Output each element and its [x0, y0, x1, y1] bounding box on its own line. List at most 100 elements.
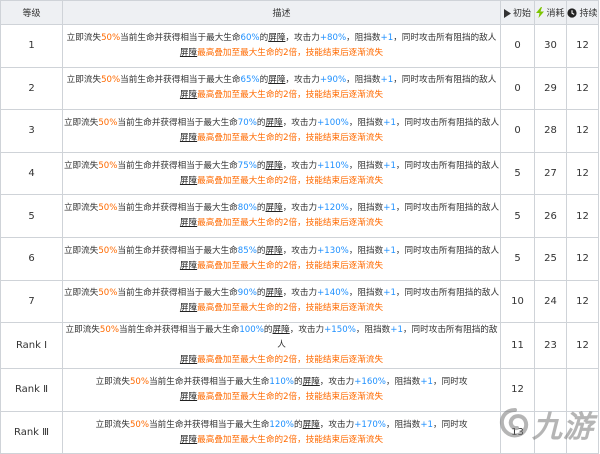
- hp-loss-value: 50%: [98, 160, 118, 171]
- desc-text: ，阻挡数: [385, 376, 421, 387]
- desc-text: ，阻挡数: [348, 117, 384, 128]
- desc-text: 当前生命并获得相当于最大生命: [149, 419, 270, 430]
- shield-percent-value: 60%: [240, 32, 260, 43]
- header-duration-label: 持续: [579, 9, 598, 19]
- barrier-keyword: 屏障: [179, 260, 198, 271]
- desc-text: ，阻挡数: [385, 419, 421, 430]
- row-initial: 11: [500, 322, 535, 370]
- description-line-1: 立即流失50%当前生命并获得相当于最大生命70%的屏障，攻击力+100%，阻挡数…: [63, 116, 500, 131]
- shield-percent-value: 120%: [269, 419, 294, 430]
- desc-text: 当前生命并获得相当于最大生命: [120, 32, 241, 43]
- barrier-stack-note: 最高叠加至最大生命的2倍，技能结束后逐渐流失: [197, 175, 384, 186]
- row-initial: 0: [500, 66, 535, 111]
- barrier-keyword: 屏障: [272, 325, 290, 336]
- barrier-stack-note: 最高叠加至最大生命的2倍，技能结束后逐渐流失: [197, 260, 384, 271]
- row-duration: 12: [566, 109, 599, 153]
- table-row: 5 立即流失50%当前生命并获得相当于最大生命80%的屏障，攻击力+120%，阻挡…: [0, 194, 599, 238]
- desc-text: ，阻挡数: [346, 75, 381, 86]
- barrier-stack-note: 最高叠加至最大生命的2倍，技能结束后逐渐流失: [197, 434, 384, 445]
- hp-loss-value: 50%: [98, 288, 118, 299]
- description-line-1: 立即流失50%当前生命并获得相当于最大生命75%的屏障，攻击力+110%，阻挡数…: [63, 159, 500, 174]
- description-line-2: 屏障最高叠加至最大生命的2倍，技能结束后逐渐流失: [63, 259, 500, 274]
- shield-percent-value: 100%: [239, 325, 264, 336]
- attack-bonus-value: +100%: [317, 117, 349, 128]
- barrier-keyword: 屏障: [179, 391, 198, 402]
- description-line-2: 屏障最高叠加至最大生命的2倍，技能结束后逐渐流失: [63, 46, 500, 61]
- shield-percent-value: 70%: [237, 117, 257, 128]
- hp-loss-value: 50%: [98, 117, 118, 128]
- description-line-2: 屏障最高叠加至最大生命的2倍，技能结束后逐渐流失: [63, 174, 500, 189]
- shield-percent-value: 80%: [237, 203, 257, 214]
- watermark-text: 九游: [532, 410, 594, 445]
- barrier-keyword: 屏障: [179, 218, 198, 229]
- desc-text: 立即流失: [65, 325, 100, 336]
- header-cost: 消耗: [534, 0, 567, 25]
- desc-text: ，攻击力: [289, 325, 325, 336]
- row-initial: 0: [500, 24, 535, 68]
- shield-percent-value: 65%: [240, 75, 260, 86]
- description-line-1: 立即流失50%当前生命并获得相当于最大生命110%的屏障，攻击力+160%，阻挡…: [63, 375, 500, 390]
- barrier-keyword: 屏障: [179, 132, 198, 143]
- row-initial: 0: [500, 109, 535, 153]
- desc-text: 当前生命并获得相当于最大生命: [119, 325, 240, 336]
- row-description: 立即流失50%当前生命并获得相当于最大生命100%的屏障，攻击力+150%，阻挡…: [62, 322, 501, 370]
- desc-text: ，同时攻击所有阻挡的敌人: [395, 160, 500, 171]
- description-line-2: 屏障最高叠加至最大生命的2倍，技能结束后逐渐流失: [63, 216, 500, 231]
- row-level: 2: [0, 66, 63, 111]
- desc-text: ，攻击力: [282, 245, 318, 256]
- description-line-1: 立即流失50%当前生命并获得相当于最大生命60%的屏障，攻击力+80%，阻挡数+…: [63, 31, 500, 46]
- desc-text: 立即流失: [63, 203, 99, 214]
- table-header-row: 等级 描述 初始 消耗 持续: [0, 0, 599, 25]
- row-duration: 12: [566, 24, 599, 68]
- desc-text: ，攻击力: [285, 32, 320, 43]
- row-cost: 26: [534, 194, 567, 238]
- row-duration: 12: [566, 151, 599, 196]
- desc-text: ，同时攻击所有阻挡的敌人: [395, 117, 500, 128]
- row-duration: 12: [566, 279, 599, 324]
- table-row: Rank Ⅰ 立即流失50%当前生命并获得相当于最大生命100%的屏障，攻击力+1…: [0, 322, 599, 370]
- row-level: 4: [0, 151, 63, 196]
- desc-text: ，同时攻击所有阻挡的敌人: [395, 203, 500, 214]
- shield-percent-value: 90%: [237, 288, 257, 299]
- desc-text: 的: [259, 32, 269, 43]
- desc-text: 的: [293, 419, 303, 430]
- hp-loss-value: 50%: [98, 245, 118, 256]
- desc-text: ，攻击力: [282, 288, 318, 299]
- header-initial-label: 初始: [512, 9, 531, 19]
- header-level: 等级: [0, 0, 63, 25]
- block-bonus-value: +1: [383, 245, 396, 256]
- desc-text: 当前生命并获得相当于最大生命: [117, 245, 238, 256]
- desc-text: 立即流失: [95, 419, 130, 430]
- barrier-keyword: 屏障: [268, 32, 286, 43]
- desc-text: 立即流失: [66, 75, 102, 86]
- desc-text: ，同时攻击所有阻挡的敌人: [395, 245, 500, 256]
- desc-text: 的: [263, 325, 273, 336]
- shield-percent-value: 110%: [269, 376, 294, 387]
- row-initial: 5: [500, 151, 535, 196]
- attack-bonus-value: +170%: [354, 419, 386, 430]
- attack-bonus-value: +80%: [319, 32, 347, 43]
- row-description: 立即流失50%当前生命并获得相当于最大生命65%的屏障，攻击力+90%，阻挡数+…: [62, 66, 501, 111]
- desc-text: ，同时攻击所有阻挡的敌人: [395, 288, 500, 299]
- row-cost: 23: [534, 322, 567, 370]
- attack-bonus-value: +120%: [317, 203, 349, 214]
- row-initial: 5: [500, 236, 535, 281]
- desc-text: ，阻挡数: [348, 288, 384, 299]
- block-bonus-value: +1: [380, 32, 394, 43]
- barrier-keyword: 屏障: [179, 90, 198, 101]
- desc-text: 立即流失: [63, 117, 99, 128]
- barrier-keyword: 屏障: [179, 47, 198, 58]
- desc-text: 当前生命并获得相当于最大生命: [120, 75, 241, 86]
- attack-bonus-value: +160%: [354, 376, 386, 387]
- barrier-keyword: 屏障: [179, 434, 198, 445]
- row-description: 立即流失50%当前生命并获得相当于最大生命70%的屏障，攻击力+100%，阻挡数…: [62, 109, 501, 153]
- description-line-1: 立即流失50%当前生命并获得相当于最大生命90%的屏障，攻击力+140%，阻挡数…: [63, 286, 500, 301]
- table-row: 3 立即流失50%当前生命并获得相当于最大生命70%的屏障，攻击力+100%，阻挡…: [0, 109, 599, 153]
- row-cost: 30: [534, 24, 567, 68]
- desc-text: 当前生命并获得相当于最大生命: [117, 203, 238, 214]
- row-level: 1: [0, 24, 63, 68]
- block-bonus-value: +1: [383, 288, 396, 299]
- row-initial: 5: [500, 194, 535, 238]
- row-level: 7: [0, 279, 63, 324]
- block-bonus-value: +1: [383, 117, 396, 128]
